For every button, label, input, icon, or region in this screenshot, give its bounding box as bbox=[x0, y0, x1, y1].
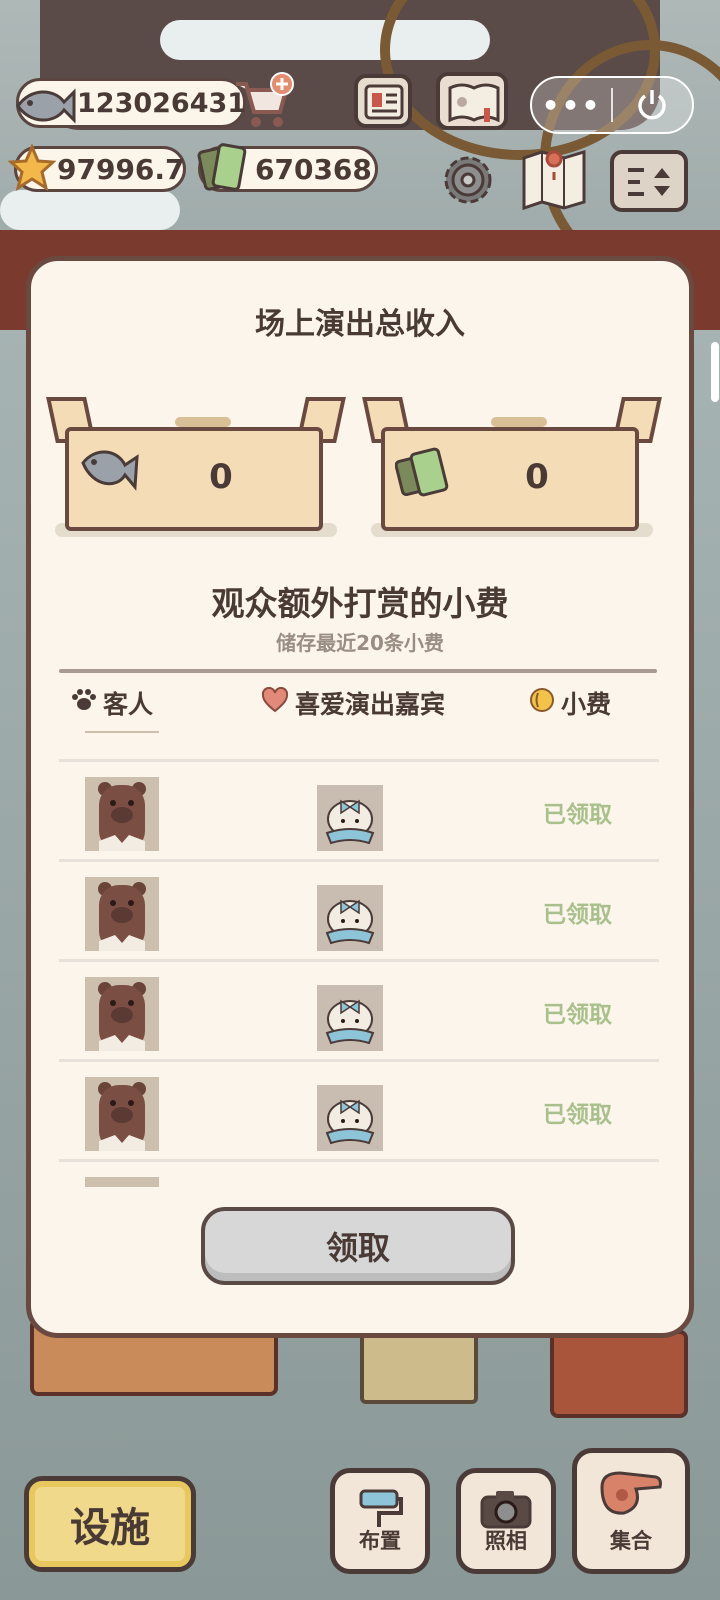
fish-income-value: 0 bbox=[209, 457, 233, 497]
claimed-status: 已领取 bbox=[543, 902, 612, 928]
header-divider bbox=[59, 669, 657, 673]
column-tip-label: 小费 bbox=[561, 690, 612, 719]
bear-portrait bbox=[85, 1077, 159, 1151]
bunny-portrait bbox=[317, 885, 383, 951]
card-icon bbox=[364, 84, 404, 120]
ticket-income-box: 0 bbox=[362, 387, 662, 537]
tips-list[interactable]: 已领取 已领取 已领取 已领取 bbox=[59, 731, 659, 1187]
fish-income-box: 0 bbox=[46, 387, 346, 537]
paw-book-icon bbox=[448, 82, 500, 124]
more-icon[interactable]: ••• bbox=[532, 89, 611, 122]
gear-icon[interactable] bbox=[440, 152, 496, 208]
claim-button[interactable]: 领取 bbox=[201, 1207, 515, 1285]
bunny-portrait bbox=[317, 985, 383, 1051]
column-header-favorite: 喜爱演出嘉宾 bbox=[261, 685, 445, 721]
star-icon bbox=[8, 144, 56, 192]
fish-icon bbox=[14, 80, 78, 130]
cart-plus-icon[interactable] bbox=[232, 72, 296, 132]
claimed-status: 已领取 bbox=[543, 802, 612, 828]
column-header-tip: 小费 bbox=[529, 685, 611, 721]
guest-portrait bbox=[85, 731, 159, 733]
list-item-partial bbox=[59, 731, 659, 762]
list-item-partial bbox=[59, 1159, 659, 1187]
dialog-title: 场上演出总收入 bbox=[255, 307, 465, 342]
guest-portrait bbox=[85, 1177, 159, 1187]
card-button[interactable] bbox=[354, 74, 412, 128]
bear-portrait bbox=[85, 777, 159, 851]
coin-icon bbox=[529, 687, 555, 719]
arrange-button[interactable]: 布置 bbox=[330, 1468, 430, 1574]
claimed-status: 已领取 bbox=[543, 1002, 612, 1028]
background-board bbox=[360, 1330, 478, 1404]
ticket-icon bbox=[196, 140, 250, 196]
list-item: 已领取 bbox=[59, 959, 659, 1062]
arrange-label: 布置 bbox=[359, 1529, 401, 1553]
sort-button[interactable] bbox=[610, 150, 688, 212]
income-dialog: 场上演出总收入 0 0 观众额外打赏的小费 储存最近20条小费 客人 喜爱演出嘉… bbox=[26, 256, 694, 1338]
tips-title: 观众额外打赏的小费 bbox=[211, 584, 509, 623]
bear-portrait bbox=[85, 977, 159, 1051]
facility-button[interactable]: 设施 bbox=[24, 1476, 196, 1572]
ticket-income-value: 0 bbox=[525, 457, 549, 497]
mini-program-capsule: ••• bbox=[530, 76, 694, 134]
column-guest-label: 客人 bbox=[103, 690, 154, 719]
claimed-status: 已领取 bbox=[543, 1102, 612, 1128]
box-slot bbox=[491, 417, 547, 427]
whistle-icon bbox=[596, 1467, 666, 1527]
background-snow bbox=[0, 190, 180, 230]
fish-icon bbox=[79, 443, 141, 499]
paw-icon bbox=[71, 688, 97, 718]
column-favorite-label: 喜爱演出嘉宾 bbox=[295, 690, 446, 719]
list-item: 已领取 bbox=[59, 859, 659, 962]
column-header-guest: 客人 bbox=[71, 685, 153, 721]
scroll-handle[interactable] bbox=[711, 342, 719, 402]
fish-count: 123026431 bbox=[77, 87, 247, 119]
background-table bbox=[550, 1330, 688, 1418]
capsule-divider bbox=[611, 88, 613, 122]
bear-portrait bbox=[85, 877, 159, 951]
photo-label: 照相 bbox=[485, 1529, 527, 1553]
bunny-portrait bbox=[317, 1085, 383, 1151]
bunny-portrait bbox=[317, 785, 383, 851]
photo-button[interactable]: 照相 bbox=[456, 1468, 556, 1574]
map-icon[interactable] bbox=[520, 148, 588, 212]
ticket-count: 670368 bbox=[255, 152, 372, 186]
sort-icon bbox=[624, 162, 676, 202]
box-slot bbox=[175, 417, 231, 427]
gather-label: 集合 bbox=[610, 1529, 652, 1553]
paw-book-button[interactable] bbox=[436, 72, 508, 130]
ticket-icon bbox=[394, 443, 455, 507]
star-count: 97996.7 bbox=[57, 152, 185, 186]
tips-note: 储存最近20条小费 bbox=[276, 631, 444, 655]
list-item: 已领取 bbox=[59, 1059, 659, 1162]
heart-icon bbox=[261, 686, 289, 719]
list-item: 已领取 bbox=[59, 759, 659, 862]
power-icon[interactable] bbox=[613, 87, 692, 123]
gather-button[interactable]: 集合 bbox=[572, 1448, 690, 1574]
